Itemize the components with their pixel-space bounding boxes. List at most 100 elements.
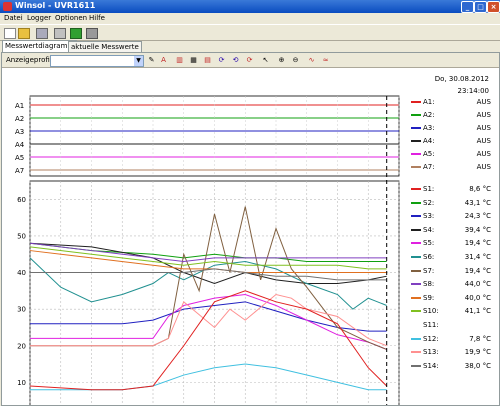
- legend-value: 19,4 °C: [464, 266, 491, 275]
- y-tick-label: 50: [17, 232, 26, 240]
- legend-value: AUS: [476, 150, 491, 158]
- legend-swatch: [411, 269, 421, 272]
- legend-item[interactable]: A5: AUS: [409, 149, 491, 159]
- legend-value: 38,0 °C: [464, 361, 491, 370]
- legend-item[interactable]: S4: 39,4 °C: [409, 225, 491, 235]
- legend-value: 19,9 °C: [464, 348, 491, 357]
- legend-item[interactable]: S14: 38,0 °C: [409, 361, 491, 371]
- legend-name: A5:: [423, 150, 435, 158]
- legend-item[interactable]: S1: 8,6 °C: [409, 184, 491, 194]
- legend-value: 19,4 °C: [464, 239, 491, 248]
- zoom-out-icon[interactable]: ⊖: [290, 55, 301, 65]
- legend-value: 7,8 °C: [469, 334, 491, 343]
- legend-item[interactable]: S3: 24,3 °C: [409, 211, 491, 221]
- legend-item[interactable]: A1: AUS: [409, 97, 491, 107]
- digital-row-label: A4: [15, 141, 25, 149]
- legend-value: 31,4 °C: [464, 253, 491, 261]
- legend-item[interactable]: S8: 44,0 °C: [409, 279, 491, 289]
- legend-item[interactable]: S6: 31,4 °C: [409, 252, 491, 262]
- cursor-icon[interactable]: ↖: [260, 55, 271, 65]
- legend-swatch: [411, 351, 421, 354]
- settings-icon[interactable]: [54, 28, 66, 39]
- legend-item[interactable]: S11:: [409, 320, 491, 330]
- chevron-down-icon[interactable]: ▼: [134, 56, 143, 66]
- grid-icon[interactable]: ▥: [174, 55, 185, 65]
- edit-profile-icon[interactable]: ✎: [146, 55, 157, 65]
- digital-row-label: A5: [15, 154, 24, 162]
- legend-name: A4:: [423, 137, 435, 145]
- menu-datei[interactable]: Datei: [4, 14, 23, 22]
- legend-value: AUS: [476, 124, 491, 132]
- legend-swatch: [411, 127, 421, 129]
- legend-item[interactable]: A2: AUS: [409, 110, 491, 120]
- legend-value: 39,4 °C: [464, 225, 491, 234]
- legend-name: S14:: [423, 361, 439, 370]
- legend-name: S3:: [423, 212, 435, 221]
- legend-swatch: [411, 228, 421, 231]
- curve-alt-icon[interactable]: ≈: [320, 55, 331, 65]
- close-button[interactable]: ×: [487, 1, 500, 13]
- legend-item[interactable]: S7: 19,4 °C: [409, 266, 491, 276]
- legend-name: S10:: [423, 307, 439, 316]
- legend-value: 8,6 °C: [469, 185, 491, 193]
- legend-value: AUS: [476, 137, 491, 145]
- legend-name: S6:: [423, 253, 435, 261]
- digital-row-label: A3: [15, 128, 24, 136]
- calendar-icon[interactable]: ▦: [188, 55, 199, 65]
- legend-name: S1:: [423, 185, 435, 193]
- profile-bar: Anzeigeprofil: ▼ ✎ A ▥ ▦ ▤ ⟳ ⟲ ⟳ ↖ ⊕ ⊖ ∿…: [2, 53, 499, 68]
- y-tick-label: 60: [17, 196, 26, 204]
- legend-value: 40,0 °C: [464, 293, 491, 302]
- legend-name: S5:: [423, 239, 435, 248]
- font-icon[interactable]: A: [158, 55, 169, 65]
- sync-forward-icon[interactable]: ⟲: [230, 55, 241, 65]
- sync-back-icon[interactable]: ⟳: [244, 55, 255, 65]
- print-icon[interactable]: [36, 28, 48, 39]
- legend-swatch: [411, 101, 421, 103]
- day-forward-icon[interactable]: ▤: [202, 55, 213, 65]
- legend-name: S9:: [423, 293, 435, 302]
- legend-swatch: [411, 337, 421, 340]
- legend-swatch: [411, 201, 421, 204]
- legend-value: AUS: [476, 111, 491, 119]
- legend-item[interactable]: S13: 19,9 °C: [409, 347, 491, 357]
- delete-icon[interactable]: [86, 28, 98, 39]
- minimize-button[interactable]: _: [461, 1, 474, 13]
- legend-swatch: [411, 188, 421, 190]
- download-icon[interactable]: [70, 28, 82, 39]
- legend-swatch: [411, 283, 421, 286]
- diagram-page: Anzeigeprofil: ▼ ✎ A ▥ ▦ ▤ ⟳ ⟲ ⟳ ↖ ⊕ ⊖ ∿…: [1, 52, 500, 406]
- curve-icon[interactable]: ∿: [306, 55, 317, 65]
- legend-swatch: [411, 310, 421, 313]
- legend-item[interactable]: S12: 7,8 °C: [409, 334, 491, 344]
- legend-swatch: [411, 114, 421, 116]
- legend-swatch: [411, 296, 421, 299]
- y-tick-label: 20: [17, 342, 26, 350]
- open-folder-icon[interactable]: [18, 28, 30, 39]
- legend-item[interactable]: S9: 40,0 °C: [409, 293, 491, 303]
- maximize-button[interactable]: □: [474, 1, 487, 13]
- legend-value: AUS: [476, 163, 491, 171]
- digital-row-label: A2: [15, 115, 24, 123]
- profile-select[interactable]: ▼: [50, 55, 144, 67]
- legend-item[interactable]: S5: 19,4 °C: [409, 238, 491, 248]
- menu-optionen[interactable]: Optionen: [55, 14, 87, 22]
- menu-hilfe[interactable]: Hilfe: [89, 14, 105, 22]
- legend-swatch: [411, 166, 421, 168]
- legend-name: A3:: [423, 124, 435, 132]
- legend-item[interactable]: A4: AUS: [409, 136, 491, 146]
- app-icon: [3, 2, 12, 11]
- legend-swatch: [411, 140, 421, 142]
- zoom-in-icon[interactable]: ⊕: [276, 55, 287, 65]
- legend-item[interactable]: S2: 43,1 °C: [409, 198, 491, 208]
- legend-item[interactable]: S10: 41,1 °C: [409, 306, 491, 316]
- y-tick-label: 30: [17, 306, 26, 314]
- legend-item[interactable]: A3: AUS: [409, 123, 491, 133]
- tab-bar: Messwertdiagramm aktuelle Messwerte: [0, 40, 500, 53]
- legend-item[interactable]: A7: AUS: [409, 162, 491, 172]
- menu-logger[interactable]: Logger: [27, 14, 51, 22]
- toolbar: [0, 24, 500, 41]
- new-file-icon[interactable]: [4, 28, 16, 39]
- sync-icon[interactable]: ⟳: [216, 55, 227, 65]
- legend-value: 43,1 °C: [464, 198, 491, 207]
